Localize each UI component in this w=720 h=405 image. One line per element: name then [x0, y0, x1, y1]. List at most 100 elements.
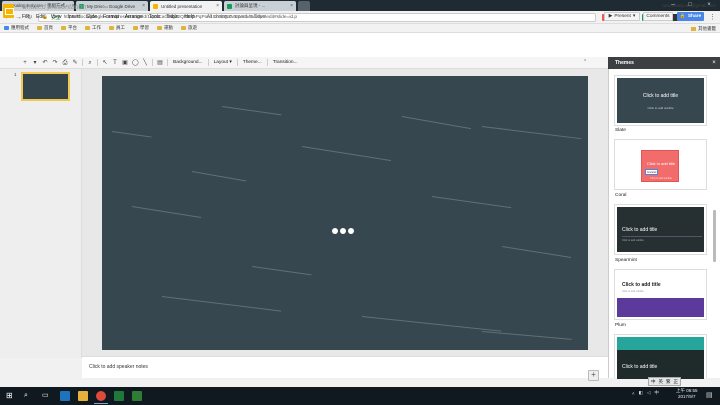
- ime-button[interactable]: 正: [674, 379, 679, 385]
- background-button[interactable]: Background...: [172, 60, 204, 65]
- ime-button[interactable]: 繁: [666, 379, 671, 385]
- bookmark-folder[interactable]: 平台: [61, 25, 77, 31]
- windows-start-icon[interactable]: ⊞: [6, 391, 16, 401]
- motion-streak: [301, 146, 391, 162]
- theme-title: Click to add title: [622, 364, 658, 370]
- close-icon[interactable]: ×: [216, 3, 219, 9]
- browser-tab-3[interactable]: Untitled presentation ×: [150, 1, 222, 11]
- motion-streak: [361, 316, 502, 332]
- slides-icon: [153, 3, 158, 9]
- close-icon[interactable]: ×: [142, 3, 145, 9]
- theme-preview: Click to add title Click to add subtitle: [617, 272, 704, 317]
- layout-button[interactable]: Layout ▾: [213, 60, 233, 65]
- file-explorer-icon[interactable]: [78, 391, 88, 401]
- explore-icon[interactable]: +: [588, 370, 599, 381]
- line-icon[interactable]: ╲: [142, 60, 148, 66]
- chevron-down-icon[interactable]: ▾: [633, 14, 635, 19]
- menu-view[interactable]: View: [51, 14, 62, 20]
- menu-insert[interactable]: Insert: [67, 14, 80, 20]
- account-email[interactable]: taiwankaiyuan@gmail.com: [662, 3, 716, 8]
- present-button[interactable]: ▶ Present ▾: [604, 12, 640, 21]
- theme-plum[interactable]: Click to add title Click to add subtitle: [614, 269, 707, 320]
- image-icon[interactable]: ▣: [122, 60, 128, 66]
- new-slide-icon[interactable]: +: [22, 60, 28, 66]
- edge-icon[interactable]: [60, 391, 70, 401]
- docs-header: [0, 33, 720, 57]
- bookmark-folder[interactable]: 學習: [133, 25, 149, 31]
- ime-indicator-icon[interactable]: 中: [654, 390, 659, 396]
- menu-slide[interactable]: Slide: [86, 14, 97, 20]
- zoom-icon[interactable]: ⌕: [87, 60, 93, 66]
- folder-icon: [109, 26, 114, 30]
- slides-logo-icon[interactable]: [3, 4, 14, 18]
- notification-icon[interactable]: ▤: [706, 392, 714, 400]
- share-button[interactable]: 🔒 Share: [677, 12, 704, 21]
- menu-help[interactable]: Help: [184, 14, 194, 20]
- redo-icon[interactable]: ↷: [52, 60, 58, 66]
- paint-format-icon[interactable]: ✎: [72, 60, 78, 66]
- network-icon[interactable]: ◧: [639, 390, 643, 396]
- theme-teal[interactable]: Click to add title: [614, 334, 707, 379]
- undo-icon[interactable]: ↶: [42, 60, 48, 66]
- menu-edit[interactable]: Edit: [36, 14, 45, 20]
- bookmark-folder[interactable]: 首頁: [37, 25, 53, 31]
- menu-icon[interactable]: ⋮: [708, 13, 717, 22]
- collapse-toolbar-icon[interactable]: ⌃: [583, 59, 587, 65]
- theme-preview: Click to add title Cancel Click to add s…: [617, 142, 704, 187]
- select-icon[interactable]: ↖: [102, 60, 108, 66]
- folder-icon: [691, 26, 696, 31]
- excel-icon[interactable]: [114, 391, 124, 401]
- browser-tab-strip: Kaling Kaiyuan - 重組方式... × My Drive - Go…: [0, 0, 720, 11]
- app-icon[interactable]: [132, 391, 142, 401]
- ime-button[interactable]: 中: [651, 379, 656, 385]
- ime-button[interactable]: 英: [659, 379, 664, 385]
- close-icon[interactable]: ×: [708, 57, 720, 69]
- comment-icon[interactable]: ▤: [157, 60, 163, 66]
- bookmark-apps[interactable]: 應用程式: [4, 25, 29, 31]
- chevron-up-icon[interactable]: ˄: [632, 391, 635, 396]
- menu-file[interactable]: File: [22, 14, 30, 20]
- menu-format[interactable]: Format: [103, 14, 119, 20]
- move-to-folder-icon[interactable]: ▬: [102, 4, 108, 10]
- time: 06:55: [686, 388, 698, 393]
- document-title[interactable]: Untitled presentation: [22, 4, 86, 11]
- chevron-down-icon[interactable]: ▾: [32, 60, 38, 66]
- speaker-notes-area[interactable]: [82, 356, 608, 378]
- task-view-icon[interactable]: ▭: [42, 391, 52, 401]
- slide-canvas[interactable]: [102, 76, 588, 350]
- other-bookmarks[interactable]: 其他書籤: [691, 24, 716, 33]
- theme-button[interactable]: Theme...: [242, 60, 263, 65]
- divider: [82, 59, 83, 66]
- slide-filmstrip: [0, 69, 82, 358]
- active-app-indicator: [94, 403, 108, 404]
- shape-icon[interactable]: ◯: [132, 60, 139, 66]
- comments-button[interactable]: Comments: [643, 12, 673, 21]
- bookmark-folder[interactable]: 運動: [157, 25, 173, 31]
- transition-button[interactable]: Transition...: [272, 60, 299, 65]
- menu-table[interactable]: Table: [166, 14, 178, 20]
- theme-spearmint[interactable]: Click to add title Click to add subtitle: [614, 204, 707, 255]
- new-tab-button[interactable]: [298, 1, 310, 11]
- search-icon[interactable]: ⌕: [24, 391, 34, 401]
- print-icon[interactable]: ⎙: [62, 60, 68, 66]
- loading-indicator: [332, 228, 354, 234]
- bookmark-folder[interactable]: 工作: [85, 25, 101, 31]
- theme-slate[interactable]: Click to add title Click to add subtitle: [614, 75, 707, 126]
- speaker-notes-placeholder[interactable]: Click to add speaker notes: [89, 364, 148, 370]
- theme-coral[interactable]: Click to add title Cancel Click to add s…: [614, 139, 707, 190]
- menu-tools[interactable]: Tools: [149, 14, 161, 20]
- browser-tab-4[interactable]: 討論與呈現 - ... ×: [224, 1, 296, 11]
- text-box-icon[interactable]: T: [112, 60, 118, 66]
- chrome-icon[interactable]: [96, 391, 106, 401]
- bookmark-folder[interactable]: 旅遊: [181, 25, 197, 31]
- themes-scrollbar[interactable]: [713, 210, 716, 262]
- menu-arrange[interactable]: Arrange: [125, 14, 143, 20]
- bookmark-folder[interactable]: 員工: [109, 25, 125, 31]
- volume-icon[interactable]: ◁: [647, 390, 650, 396]
- slide-thumbnail[interactable]: [21, 72, 70, 101]
- taskbar-clock[interactable]: 上午 06:55 2017/9/7: [676, 388, 698, 400]
- tab-label: 討論與呈現 - ...: [235, 3, 266, 8]
- star-icon[interactable]: ☆: [92, 4, 97, 11]
- browser-tab-2[interactable]: My Drive - Google Drive ×: [76, 1, 148, 11]
- close-icon[interactable]: ×: [290, 3, 293, 9]
